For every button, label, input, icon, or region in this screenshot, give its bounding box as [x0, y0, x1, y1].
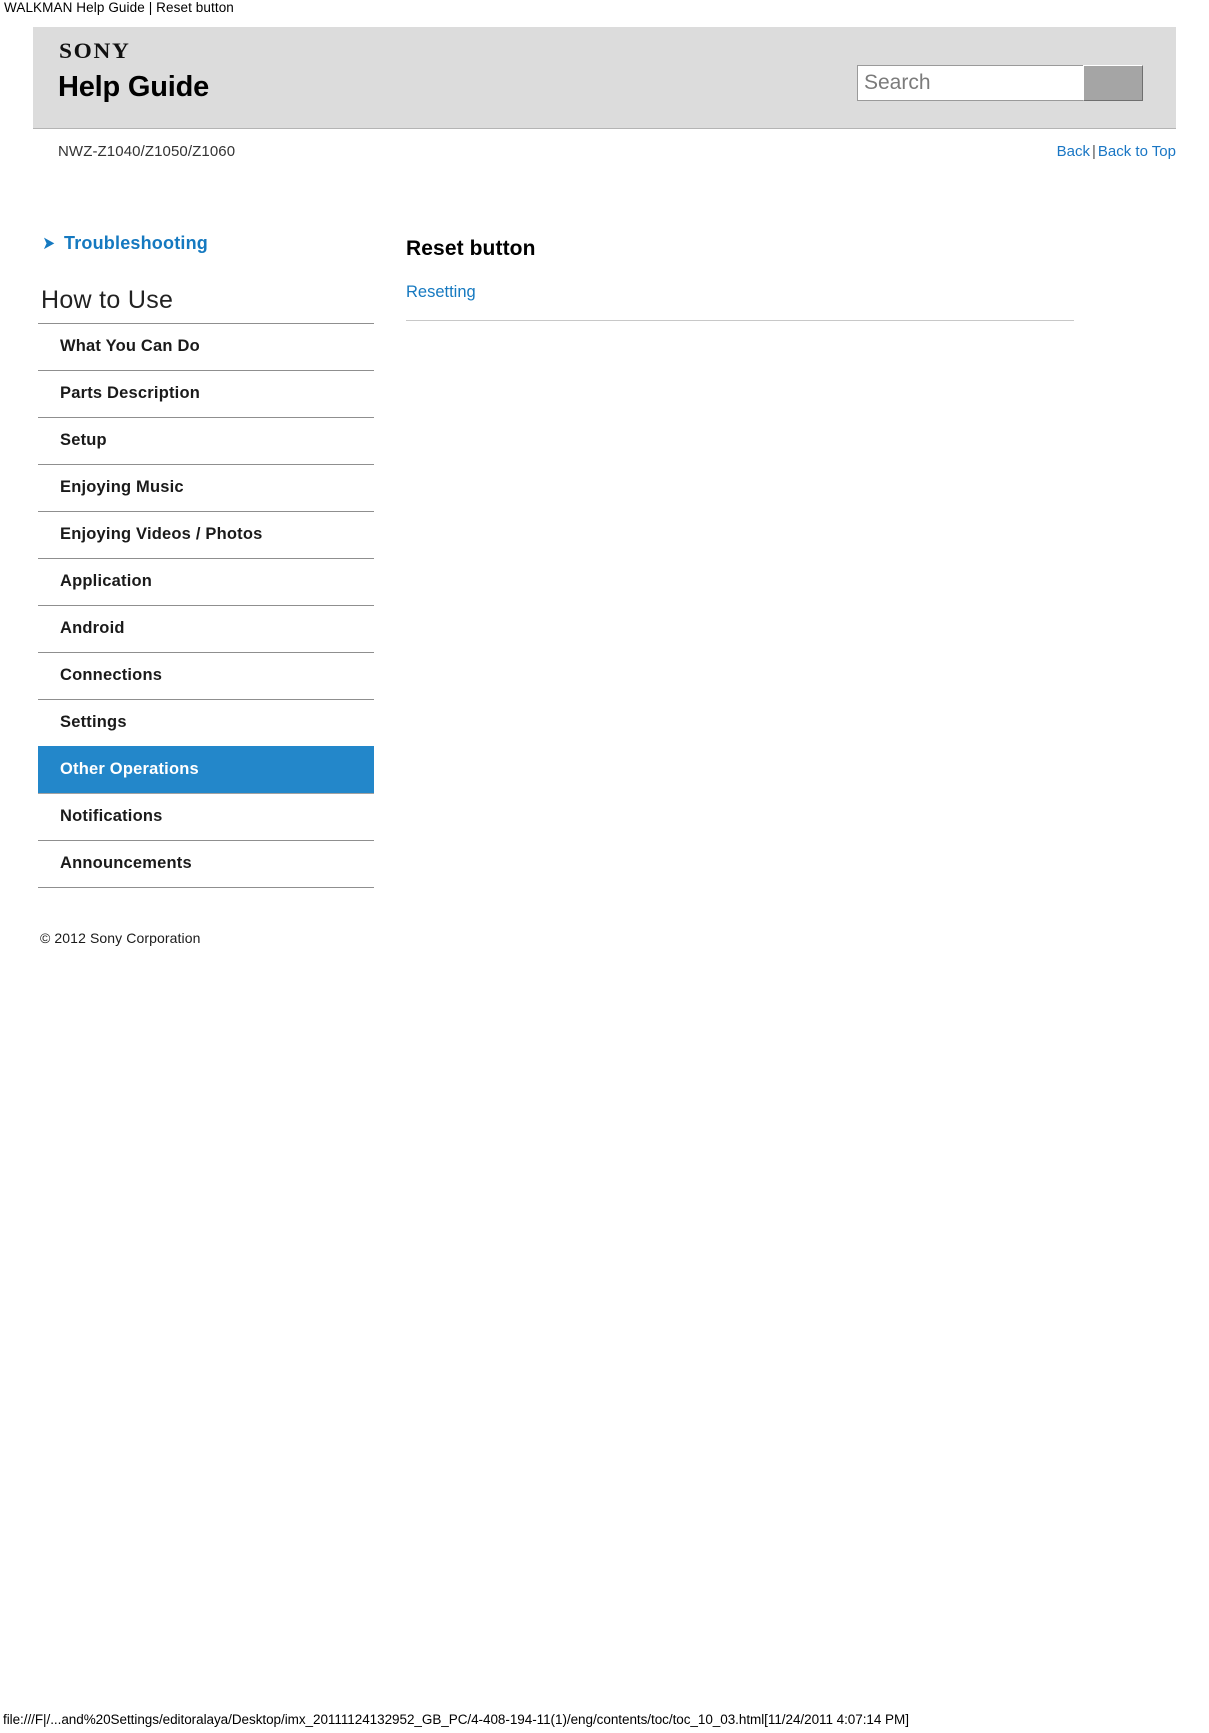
site-masthead: SONY Help Guide	[33, 27, 1176, 129]
sidebar-item-parts-description[interactable]: Parts Description	[38, 370, 374, 417]
content-columns: ➤ Troubleshooting How to Use What You Ca…	[33, 175, 1176, 946]
sidebar-item-label[interactable]: Other Operations	[38, 747, 374, 793]
sidebar-section-heading: How to Use	[41, 286, 174, 314]
sidebar-item-label[interactable]: Setup	[38, 418, 374, 464]
sidebar-item-label[interactable]: Enjoying Music	[38, 465, 374, 511]
content-link-list: Resetting	[406, 283, 1176, 302]
sidebar-item-label[interactable]: Connections	[38, 653, 374, 699]
content-divider	[406, 320, 1074, 321]
nav-separator: |	[1091, 143, 1096, 160]
top-nav-links: Back | Back to Top	[1057, 143, 1176, 160]
search-submit-button[interactable]	[1083, 65, 1143, 101]
sidebar-item-what-you-can-do[interactable]: What You Can Do	[38, 323, 374, 370]
sidebar-item-announcements[interactable]: Announcements	[38, 840, 374, 887]
search-widget	[857, 65, 1143, 101]
double-chevron-right-icon: ➤	[42, 233, 56, 254]
sidebar-item-setup[interactable]: Setup	[38, 417, 374, 464]
sidebar-item-enjoying-music[interactable]: Enjoying Music	[38, 464, 374, 511]
sidebar-item-troubleshooting[interactable]: ➤ Troubleshooting	[38, 233, 374, 254]
main-content: Reset button Resetting	[374, 233, 1176, 321]
content-heading: Reset button	[406, 237, 536, 260]
back-to-top-link[interactable]: Back to Top	[1098, 143, 1176, 160]
copyright-notice: © 2012 Sony Corporation	[40, 930, 201, 946]
sidebar-item-label[interactable]: What You Can Do	[38, 324, 374, 370]
sidebar-item-label[interactable]: Android	[38, 606, 374, 652]
sidebar-item-notifications[interactable]: Notifications	[38, 793, 374, 840]
model-bar: NWZ-Z1040/Z1050/Z1060 Back | Back to Top	[33, 129, 1176, 175]
search-input[interactable]	[857, 65, 1083, 101]
sidebar-bottom-divider	[38, 887, 374, 888]
model-number: NWZ-Z1040/Z1050/Z1060	[58, 143, 236, 160]
sidebar-item-other-operations[interactable]: Other Operations	[38, 746, 374, 793]
content-link-resetting[interactable]: Resetting	[406, 283, 476, 301]
browser-print-footer-path: file:///F|/...and%20Settings/editoralaya…	[3, 1712, 909, 1727]
sidebar-item-troubleshooting-label: Troubleshooting	[64, 233, 208, 253]
sidebar-item-label[interactable]: Announcements	[38, 841, 374, 887]
sidebar-item-label[interactable]: Settings	[38, 700, 374, 746]
sony-logo: SONY	[59, 38, 131, 63]
page-wrapper: SONY Help Guide NWZ-Z1040/Z1050/Z1060 Ba…	[0, 27, 1209, 946]
sidebar-item-label[interactable]: Enjoying Videos / Photos	[38, 512, 374, 558]
sidebar-item-label[interactable]: Application	[38, 559, 374, 605]
sidebar-item-settings[interactable]: Settings	[38, 699, 374, 746]
sidebar-item-android[interactable]: Android	[38, 605, 374, 652]
list-item[interactable]: Resetting	[406, 283, 1176, 302]
sidebar: ➤ Troubleshooting How to Use What You Ca…	[38, 233, 374, 946]
sidebar-item-enjoying-videos-photos[interactable]: Enjoying Videos / Photos	[38, 511, 374, 558]
sidebar-item-connections[interactable]: Connections	[38, 652, 374, 699]
browser-print-header: WALKMAN Help Guide | Reset button	[4, 0, 234, 15]
back-link[interactable]: Back	[1057, 143, 1090, 160]
page-title: Help Guide	[58, 71, 210, 103]
sidebar-item-application[interactable]: Application	[38, 558, 374, 605]
sidebar-item-label[interactable]: Parts Description	[38, 371, 374, 417]
sidebar-item-label[interactable]: Notifications	[38, 794, 374, 840]
sidebar-nav-list: What You Can Do Parts Description Setup …	[38, 323, 374, 887]
